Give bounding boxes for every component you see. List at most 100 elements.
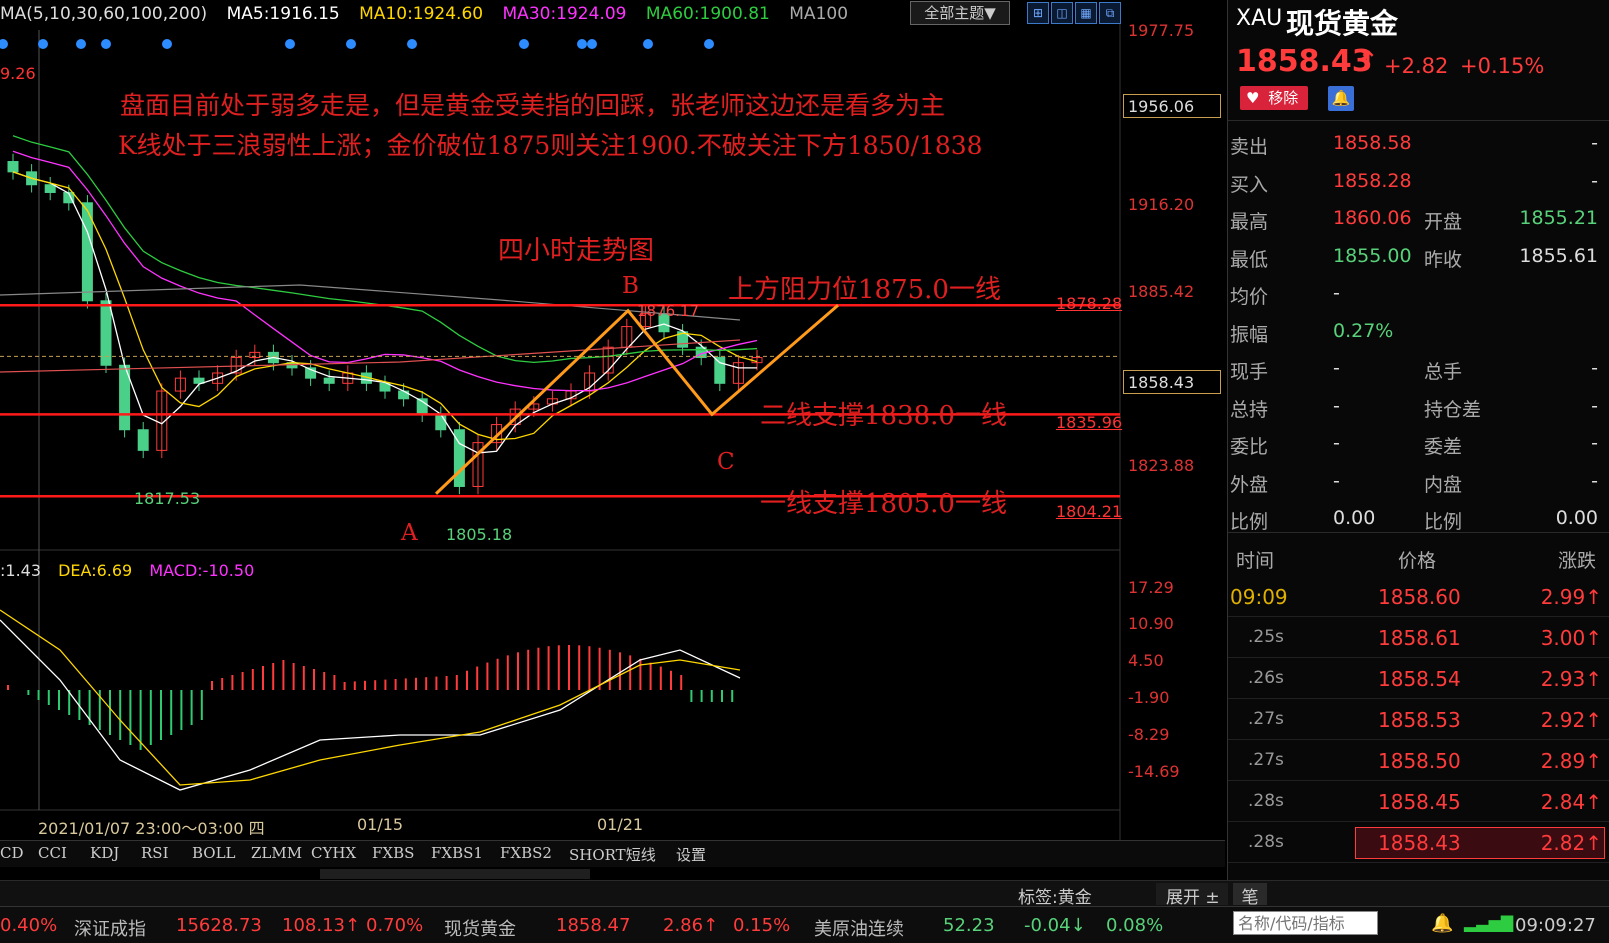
ma30-line xyxy=(12,150,758,392)
indicator-tab-fxbs2[interactable]: FXBS2 xyxy=(500,844,552,862)
point-a-label: A xyxy=(401,520,418,546)
indicator-tab-short[interactable]: SHORT短线 xyxy=(569,844,656,865)
signal-icon: ▂▃▅▇ xyxy=(1464,913,1514,932)
support2-annotation: 二线支撑1838.0一线 xyxy=(760,401,1007,431)
grid-icon[interactable]: ⊞ xyxy=(1027,2,1049,24)
indicator-tab-fxbs[interactable]: FXBS xyxy=(372,844,414,862)
heart-icon: ♥ xyxy=(1246,89,1260,107)
event-dot xyxy=(38,39,48,49)
tick-change: 2.89↑ xyxy=(1540,749,1602,773)
pen-tab[interactable]: 笔 xyxy=(1233,883,1267,908)
quote-row-value-2: - xyxy=(1591,394,1598,417)
tick-time: .25s xyxy=(1248,627,1284,647)
price-axis-1916: 1916.20 xyxy=(1128,195,1195,214)
last-price: 1858.43 xyxy=(1236,44,1373,79)
remove-watch-button[interactable]: ♥ 移除 xyxy=(1240,86,1308,110)
status-oil-name[interactable]: 美原油连续 xyxy=(814,915,904,941)
theme-dropdown[interactable]: 全部主题▼ xyxy=(910,1,1010,25)
tick-row[interactable]: .27s 1858.53 2.92↑ xyxy=(1228,698,1609,740)
quote-row-label: 现手 xyxy=(1230,361,1269,383)
layout-icon[interactable]: ◫ xyxy=(1051,2,1073,24)
bell-icon[interactable]: 🔔 xyxy=(1431,913,1453,934)
macd-axis-1: 17.29 xyxy=(1128,578,1174,597)
tick-time: .28s xyxy=(1248,791,1284,811)
quote-row-value-2: 0.00 xyxy=(1555,507,1598,529)
indicator-tab-zlmm[interactable]: ZLMM xyxy=(251,844,302,862)
tick-change: 2.82↑ xyxy=(1540,831,1602,855)
chart-icon[interactable]: ▦ xyxy=(1075,2,1097,24)
resistance-annotation: 上方阻力位1875.0一线 xyxy=(728,275,1001,305)
tick-time: .27s xyxy=(1248,709,1284,729)
macd-axis-4: -1.90 xyxy=(1128,688,1170,707)
quote-row: 比例 0.00 比例 0.00 xyxy=(1228,499,1609,536)
candle-body xyxy=(137,429,149,451)
tick-row[interactable]: .28s 1858.45 2.84↑ xyxy=(1228,780,1609,822)
quote-row: 最高 1860.06 开盘 1855.21 xyxy=(1228,199,1609,236)
candle-body xyxy=(100,300,112,366)
high-callout-b: 1876.17 xyxy=(637,302,700,320)
indicator-tab-cci[interactable]: CCI xyxy=(38,844,67,862)
chart-title-annotation: 四小时走势图 xyxy=(498,236,655,266)
indicator-tab-boll[interactable]: BOLL xyxy=(192,844,236,862)
indicator-tab-kdj[interactable]: KDJ xyxy=(90,844,119,862)
quote-row-value: - xyxy=(1333,394,1340,417)
date-label-0115: 01/15 xyxy=(357,815,404,834)
event-dot xyxy=(519,39,529,49)
support1-annotation: 一线支撑1805.0一线 xyxy=(760,489,1007,519)
event-dot xyxy=(704,39,714,49)
status-index-name[interactable]: 深证成指 xyxy=(74,915,146,941)
quote-row-value: 1855.00 xyxy=(1333,244,1412,267)
tick-row[interactable]: .28s 1858.43 2.82↑ xyxy=(1228,821,1609,863)
status-gold-name[interactable]: 现货黄金 xyxy=(444,915,516,941)
chart-scrollbar[interactable] xyxy=(320,869,590,879)
tick-row[interactable]: .27s 1858.50 2.89↑ xyxy=(1228,739,1609,781)
quote-row-label-2: 委差 xyxy=(1424,436,1463,458)
tick-price: 1858.60 xyxy=(1378,585,1461,609)
macd-axis-5: -8.29 xyxy=(1128,725,1170,744)
indicator-tab-rsi[interactable]: RSI xyxy=(141,844,169,862)
tag-label: 标签:黄金 xyxy=(1018,888,1092,908)
ma30-value: MA30:1924.09 xyxy=(502,4,627,24)
tick-time: 09:09 xyxy=(1230,585,1288,609)
quote-row-value-2: 1855.21 xyxy=(1519,207,1598,229)
status-gold-pct: 0.15% xyxy=(733,915,791,936)
tick-row[interactable]: .26s 1858.54 2.93↑ xyxy=(1228,657,1609,699)
tick-change: 2.92↑ xyxy=(1540,708,1602,732)
quote-row-value: 1860.06 xyxy=(1333,207,1412,229)
ma5-value: MA5:1916.15 xyxy=(226,4,340,24)
tick-price: 1858.45 xyxy=(1378,790,1461,814)
price-axis-1977: 1977.75 xyxy=(1128,21,1195,40)
expand-button[interactable]: 展开 ± xyxy=(1156,883,1228,908)
indicator-tab-cyhx[interactable]: CYHX xyxy=(311,844,356,862)
macd-diff: :1.43 xyxy=(0,561,42,580)
level-support2-value: 1835.96 xyxy=(1056,413,1123,432)
low-callout-a: 1805.18 xyxy=(446,525,513,544)
price-change-pct: +0.15% xyxy=(1460,54,1545,78)
low-callout-left: 1817.53 xyxy=(134,489,201,508)
bell-icon[interactable]: 🔔 xyxy=(1328,86,1354,111)
quote-row-value-2: - xyxy=(1591,469,1598,492)
price-axis-1885: 1885.42 xyxy=(1128,282,1195,301)
window-icon[interactable]: ⧉ xyxy=(1099,2,1121,24)
quote-row-value: - xyxy=(1333,469,1340,492)
quote-row-label: 总持 xyxy=(1230,398,1269,421)
tick-row[interactable]: 09:09 1858.60 2.99↑ xyxy=(1228,575,1609,617)
indicator-tab-fxbs1[interactable]: FXBS1 xyxy=(431,844,483,862)
chart-area[interactable]: MA(5,10,30,60,100,200) MA5:1916.15 MA10:… xyxy=(0,0,1225,880)
tick-change: 3.00↑ xyxy=(1540,626,1602,650)
quote-row: 买入 1858.28 - xyxy=(1228,162,1609,199)
quote-row-value: - xyxy=(1333,357,1340,379)
quote-row-value: - xyxy=(1333,432,1340,454)
search-input[interactable] xyxy=(1233,911,1378,935)
candle-body xyxy=(323,377,335,384)
clock: 09:09:27 xyxy=(1515,915,1596,936)
tick-time: .28s xyxy=(1248,832,1284,852)
status-oil-pct: 0.08% xyxy=(1106,915,1164,936)
quote-row: 现手 - 总手 - xyxy=(1228,349,1609,386)
quote-row: 振幅 0.27% xyxy=(1228,312,1609,349)
point-c-label: C xyxy=(717,449,735,475)
indicator-tab-macd[interactable]: CD xyxy=(0,844,24,862)
tick-row[interactable]: .25s 1858.61 3.00↑ xyxy=(1228,616,1609,658)
tick-price: 1858.50 xyxy=(1378,749,1461,773)
indicator-tab-settings[interactable]: 设置 xyxy=(676,844,706,865)
